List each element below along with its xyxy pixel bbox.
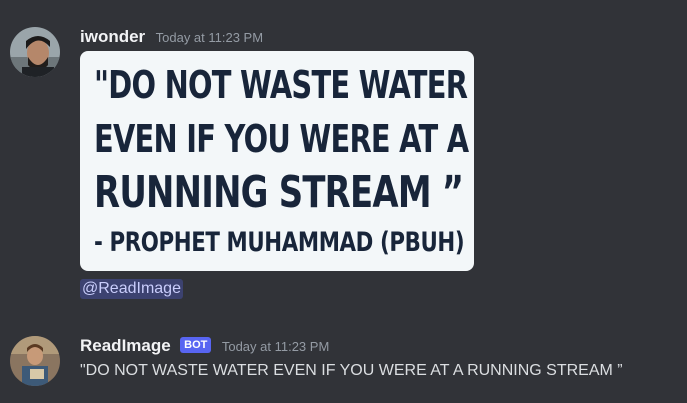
user-mention[interactable]: @ReadImage	[80, 279, 183, 299]
message-content: "DO NOT WASTE WATER EVEN IF YOU WERE AT …	[80, 362, 623, 379]
avatar-image	[10, 27, 60, 77]
image-text-line-1: "DO NOT WASTE WATER	[94, 63, 468, 107]
image-text-line-2: EVEN IF YOU WERE AT A	[94, 117, 469, 161]
message-iwonder: iwonder Today at 11:23 PM "DO NOT WASTE …	[0, 0, 687, 310]
user-avatar-readimage[interactable]	[10, 336, 60, 386]
image-attachment[interactable]: "DO NOT WASTE WATER EVEN IF YOU WERE AT …	[80, 51, 474, 271]
timestamp: Today at 11:23 PM	[221, 339, 330, 354]
message-header: iwonder Today at 11:23 PM	[80, 27, 263, 47]
message-header-bot: ReadImage BOT Today at 11:23 PM	[80, 336, 329, 356]
timestamp: Today at 11:23 PM	[155, 30, 264, 45]
bot-badge: BOT	[180, 337, 212, 353]
image-text-line-4: - PROPHET MUHAMMAD (PBUH)	[94, 227, 465, 258]
image-text-line-3: RUNNING STREAM ”	[94, 167, 464, 218]
username[interactable]: ReadImage	[80, 336, 171, 355]
user-avatar-iwonder[interactable]	[10, 27, 60, 77]
username[interactable]: iwonder	[80, 27, 145, 46]
avatar-image	[10, 336, 60, 386]
message-readimage	[0, 310, 687, 403]
